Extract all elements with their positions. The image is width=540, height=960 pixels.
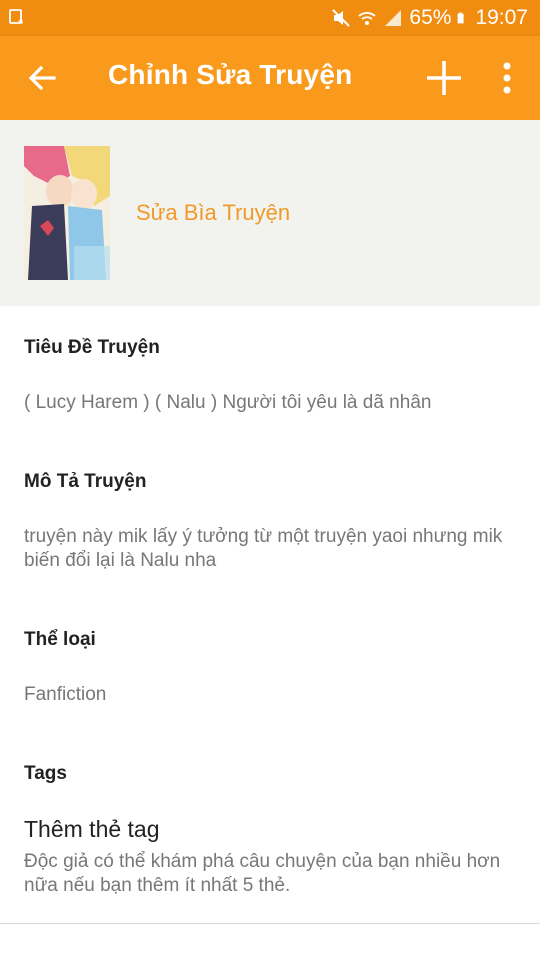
cover-image[interactable] [24, 146, 110, 280]
status-bar: 65% 19:07 [0, 0, 540, 36]
plus-icon[interactable] [424, 58, 464, 98]
add-tag-description: Độc giả có thể khám phá câu chuyện của b… [24, 851, 501, 896]
story-description-field[interactable]: truyện này mik lấy ý tưởng từ một truyện… [24, 525, 524, 573]
cover-section: Sửa Bìa Truyện [0, 120, 540, 306]
cover-illustration [24, 146, 110, 280]
status-icons: 65% 19:07 [331, 5, 528, 31]
mute-icon [332, 9, 351, 27]
battery-percent: 65% [409, 6, 452, 29]
genre-field[interactable]: Fanfiction [24, 683, 524, 707]
clock: 19:07 [475, 6, 528, 29]
story-title-label: Tiêu Đề Truyện [24, 337, 160, 358]
add-tag-button[interactable]: Thêm thẻ tag [24, 816, 160, 843]
edit-cover-link[interactable]: Sửa Bìa Truyện [136, 200, 290, 226]
more-vert-icon[interactable] [492, 60, 522, 96]
story-description-label: Mô Tả Truyện [24, 471, 147, 492]
genre-label: Thể loại [24, 629, 96, 650]
wifi-icon [358, 12, 377, 25]
arrow-left-icon[interactable] [24, 60, 60, 96]
notification-icon [9, 9, 23, 24]
divider [0, 923, 540, 924]
page-title: Chỉnh Sửa Truyện [108, 59, 353, 90]
tags-label: Tags [24, 763, 67, 784]
app-bar: Chỉnh Sửa Truyện [0, 36, 540, 120]
battery-icon [458, 12, 465, 24]
signal-icon [385, 10, 402, 26]
story-title-field[interactable]: ( Lucy Harem ) ( Nalu ) Người tôi yêu là… [24, 391, 524, 415]
